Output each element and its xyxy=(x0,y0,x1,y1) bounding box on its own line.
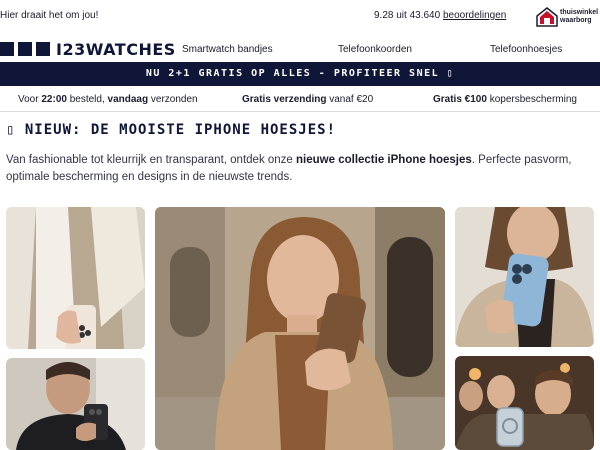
product-photo-man-black-case[interactable] xyxy=(6,358,145,450)
usp-same-day-shipping: Voor 22:00 besteld, vandaag verzonden xyxy=(18,94,198,105)
usp-1-prefix: Voor xyxy=(18,94,42,105)
logo-square-2 xyxy=(18,42,32,56)
photo-beige-case-image xyxy=(6,207,145,349)
badge-text: thuiswinkel waarborg xyxy=(560,9,598,25)
promo-banner[interactable]: NU 2+1 GRATIS OP ALLES - PROFITEER SNEL … xyxy=(0,62,600,86)
photo-woman-brown-case-image xyxy=(155,207,445,450)
badge-line-2: waarborg xyxy=(560,17,592,24)
nav-item-telefoonhoesjes[interactable]: Telefoonhoesjes xyxy=(490,44,562,55)
intro-start: Van fashionable tot kleurrijk en transpa… xyxy=(6,154,297,166)
main-nav: I23WATCHES Smartwatch bandjes Telefoonko… xyxy=(0,38,600,60)
usp-2-suffix: vanaf €20 xyxy=(326,94,374,105)
nav-item-smartwatch-bandjes[interactable]: Smartwatch bandjes xyxy=(182,44,273,55)
usp-1-mid: besteld, xyxy=(66,94,108,105)
intro-text: Van fashionable tot kleurrijk en transpa… xyxy=(6,152,596,186)
usp-buyer-protection: Gratis €100 kopersbescherming xyxy=(433,94,577,105)
usp-bar: Voor 22:00 besteld, vandaag verzonden Gr… xyxy=(0,86,600,112)
house-icon xyxy=(536,7,558,27)
photo-blue-case-image xyxy=(455,207,594,347)
photo-friends-clear-case-image xyxy=(455,356,594,450)
rating-summary: 9.28 uit 43.640 beoordelingen xyxy=(374,10,506,21)
rating-text: 9.28 uit 43.640 xyxy=(374,10,443,21)
product-photo-friends-clear-case[interactable] xyxy=(455,356,594,450)
brand-name: I23WATCHES xyxy=(56,39,176,59)
nav-item-telefoonkoorden[interactable]: Telefoonkoorden xyxy=(338,44,412,55)
product-photo-woman-brown-case[interactable] xyxy=(155,207,445,450)
usp-1-time: 22:00 xyxy=(41,94,67,105)
usp-2-bold: Gratis verzending xyxy=(242,94,327,105)
photo-man-black-case-image xyxy=(6,358,145,450)
thuiswinkel-badge[interactable]: thuiswinkel waarborg xyxy=(534,4,600,30)
badge-line-1: thuiswinkel xyxy=(560,9,599,16)
product-photo-beige-case[interactable] xyxy=(6,207,145,349)
product-photo-blue-case[interactable] xyxy=(455,207,594,347)
reviews-link[interactable]: beoordelingen xyxy=(443,10,506,21)
usp-1-today: vandaag xyxy=(107,94,149,105)
usp-1-suffix: verzonden xyxy=(148,94,198,105)
brand-logo[interactable]: I23WATCHES xyxy=(0,39,176,59)
usp-3-bold: Gratis €100 xyxy=(433,94,487,105)
logo-square-1 xyxy=(0,42,14,56)
usp-3-suffix: kopersbescherming xyxy=(486,94,577,105)
tagline: Hier draait het om jou! xyxy=(0,10,99,21)
intro-bold: nieuwe collectie iPhone hoesjes xyxy=(296,154,472,166)
logo-square-3 xyxy=(36,42,50,56)
page-title: ▯ NIEUW: DE MOOISTE IPHONE HOESJES! xyxy=(6,122,337,138)
top-bar: Hier draait het om jou! 9.28 uit 43.640 … xyxy=(0,0,600,34)
usp-free-shipping: Gratis verzending vanaf €20 xyxy=(242,94,373,105)
